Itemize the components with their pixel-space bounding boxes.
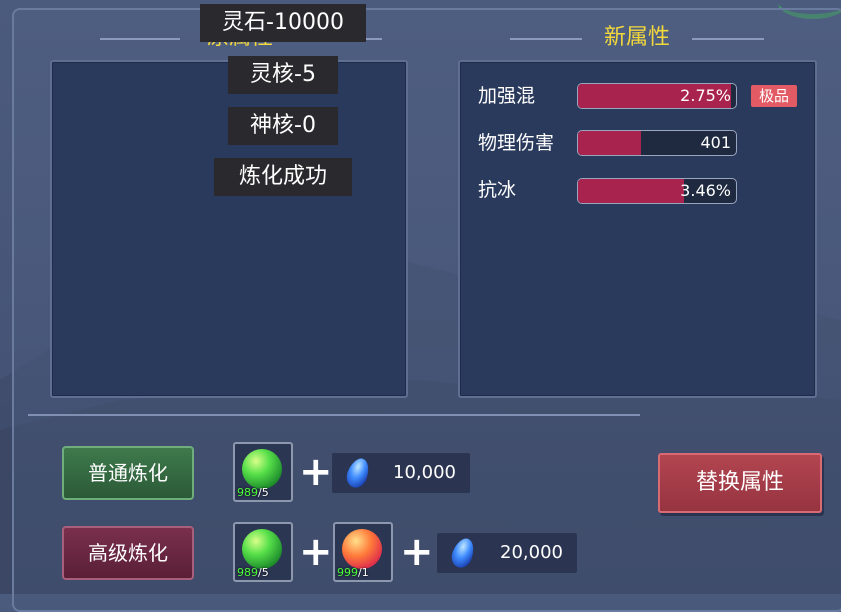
toast-message: 灵石-10000	[200, 4, 366, 42]
attribute-bar-fill	[578, 179, 684, 203]
item-count: 999/1	[337, 566, 369, 579]
green-core-orb-icon	[242, 529, 282, 569]
title-divider-left	[100, 38, 180, 40]
core-item-slot[interactable]: 989/5	[233, 442, 293, 502]
attribute-label: 抗冰	[478, 179, 517, 201]
item-count: 989/5	[237, 486, 269, 499]
advanced-refine-button[interactable]: 高级炼化	[62, 526, 194, 580]
new-attributes-title: 新属性	[603, 25, 670, 50]
title-divider-right-end	[692, 38, 764, 40]
section-divider	[28, 414, 640, 416]
quality-badge: 极品	[751, 85, 797, 107]
toast-message: 神核-0	[228, 107, 338, 145]
toast-message: 灵核-5	[228, 56, 338, 94]
item-count: 989/5	[237, 566, 269, 579]
title-divider-right	[510, 38, 582, 40]
attribute-value: 3.46%	[680, 181, 731, 200]
plus-icon: +	[400, 529, 434, 575]
cost-amount: 10,000	[393, 462, 456, 483]
attribute-bar: 2.75%	[577, 83, 737, 109]
toast-message: 炼化成功	[214, 158, 352, 196]
attribute-bar: 401	[577, 130, 737, 156]
core-item-slot[interactable]: 989/5	[233, 522, 293, 582]
spirit-stone-cost: 20,000	[437, 533, 577, 573]
divine-core-item-slot[interactable]: 999/1	[333, 522, 393, 582]
green-core-orb-icon	[242, 449, 282, 489]
blue-spirit-stone-icon	[343, 455, 373, 491]
red-divine-core-orb-icon	[342, 529, 382, 569]
new-attributes-panel	[458, 60, 817, 398]
attribute-label: 物理伤害	[478, 132, 555, 154]
attribute-bar: 3.46%	[577, 178, 737, 204]
attribute-label: 加强混	[478, 85, 536, 107]
cost-amount: 20,000	[500, 542, 563, 563]
blue-spirit-stone-icon	[448, 535, 478, 571]
replace-attributes-button[interactable]: 替换属性	[658, 453, 822, 513]
attribute-value: 401	[700, 133, 731, 152]
attribute-bar-fill	[578, 131, 642, 155]
plus-icon: +	[299, 529, 333, 575]
normal-refine-button[interactable]: 普通炼化	[62, 446, 194, 500]
plus-icon: +	[299, 449, 333, 495]
attribute-value: 2.75%	[680, 86, 731, 105]
spirit-stone-cost: 10,000	[332, 453, 470, 493]
